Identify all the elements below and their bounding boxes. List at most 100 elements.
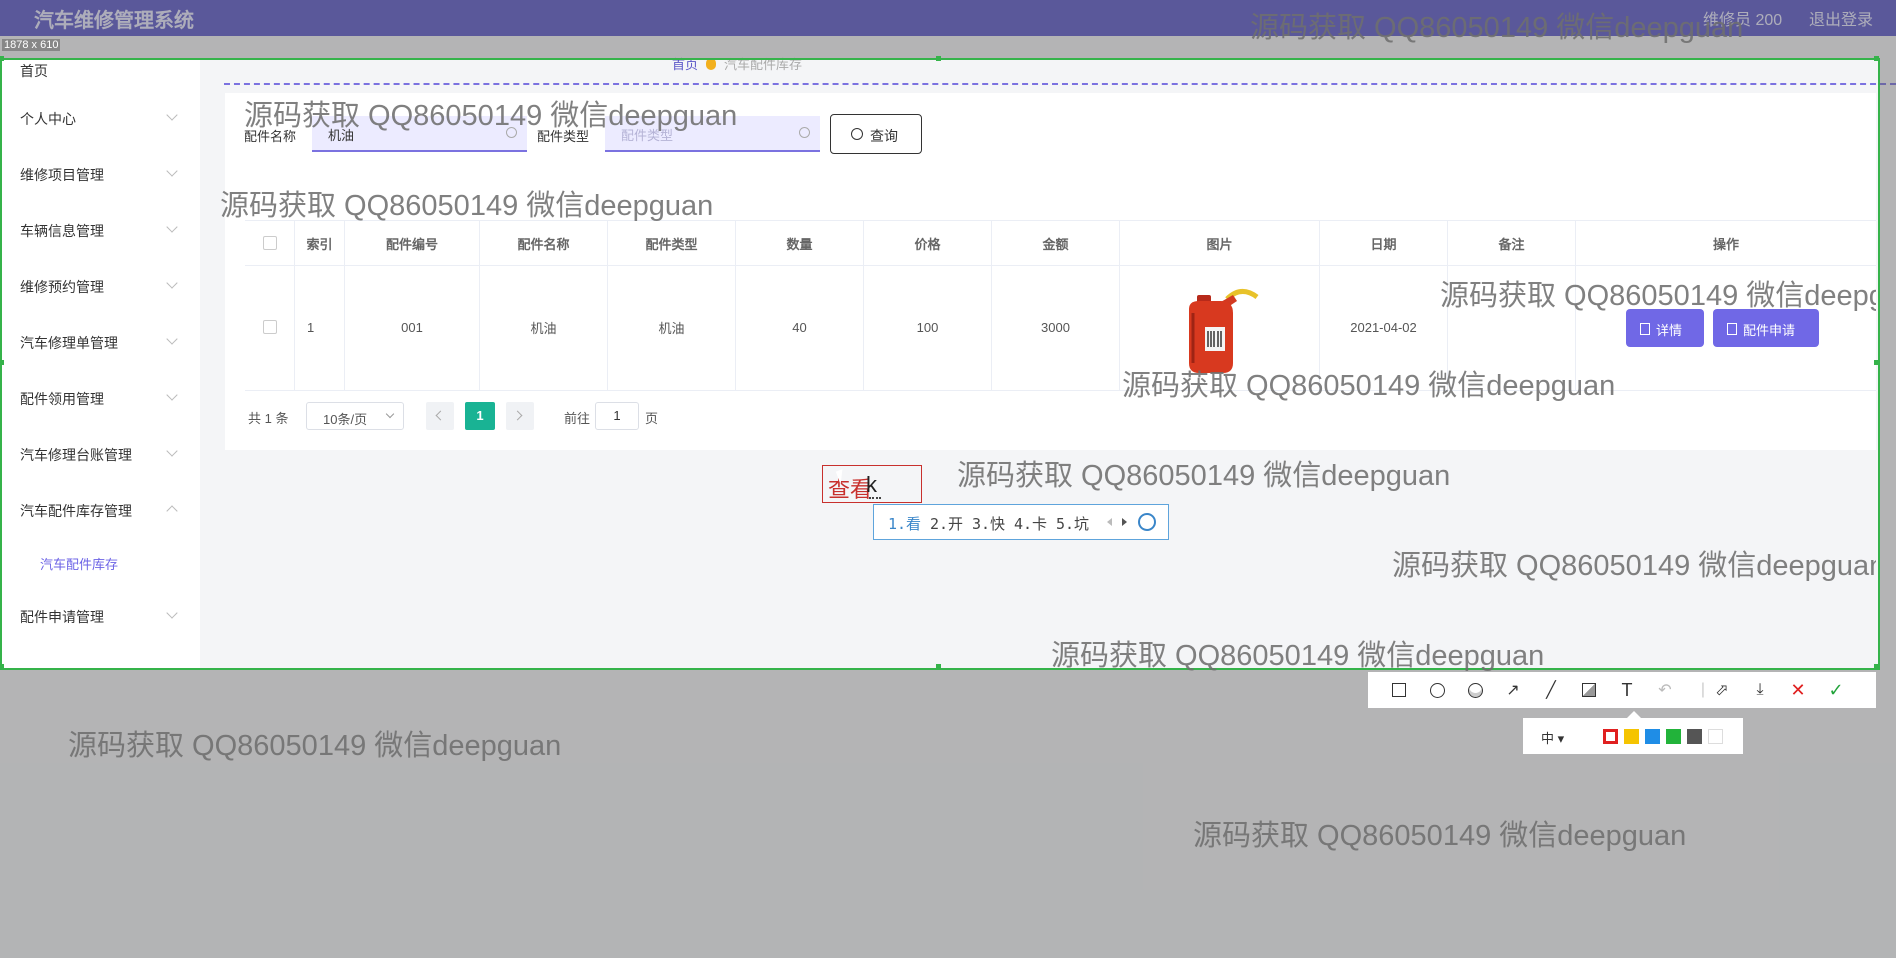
- download-icon[interactable]: ⤓: [1751, 681, 1769, 699]
- rectangle-tool-icon[interactable]: [1390, 681, 1408, 699]
- header-date: 日期: [1320, 221, 1448, 265]
- ime-candidate[interactable]: 4.卡: [1014, 513, 1047, 534]
- sidebar-item-label: 首页: [20, 63, 48, 79]
- ime-candidate[interactable]: 5.坑: [1056, 513, 1089, 534]
- chevron-down-icon: [166, 445, 178, 457]
- cell-code: 001: [345, 264, 480, 390]
- font-size-select[interactable]: 中 ▾: [1541, 728, 1564, 747]
- sidebar-item-label: 汽车修理单管理: [20, 335, 118, 351]
- header-qty: 数量: [736, 221, 864, 265]
- ime-candidate[interactable]: 1.看: [888, 513, 921, 534]
- prev-page-button[interactable]: [426, 402, 454, 430]
- color-swatch-white[interactable]: [1708, 729, 1723, 744]
- pen-tool-icon[interactable]: ╱: [1542, 681, 1560, 699]
- dim-region: [1878, 58, 1896, 668]
- table-row: 1 001 机油 机油 40 100 3000 2021-04-02 详情 配件…: [245, 264, 1876, 391]
- ime-next-icon[interactable]: [1122, 518, 1127, 526]
- search-icon: [506, 127, 517, 138]
- page-size-select[interactable]: 10条/页: [306, 402, 404, 430]
- cell-image: [1120, 264, 1320, 390]
- resize-handle[interactable]: [936, 56, 941, 61]
- ime-candidate[interactable]: 3.快: [972, 513, 1005, 534]
- detail-button-label: 详情: [1656, 323, 1683, 338]
- detail-button[interactable]: 详情: [1626, 309, 1704, 347]
- sidebar-item-label: 配件申请管理: [20, 609, 104, 625]
- header-price: 价格: [864, 221, 992, 265]
- resize-handle[interactable]: [1874, 56, 1879, 61]
- ime-candidate-bar: 1.看 2.开 3.快 4.卡 5.坑: [873, 504, 1169, 540]
- ime-candidate[interactable]: 2.开: [930, 513, 963, 534]
- resize-handle[interactable]: [1874, 664, 1879, 669]
- breadcrumb: 首页 汽车配件库存: [672, 54, 802, 73]
- sidebar-item-personal-center[interactable]: 个人中心: [0, 98, 200, 138]
- chevron-left-icon: [435, 410, 446, 421]
- table-header: 索引 配件编号 配件名称 配件类型 数量 价格 金额 图片 日期 备注 操作: [245, 220, 1876, 266]
- pineapple-icon: [706, 58, 717, 70]
- separator-icon: |: [1700, 681, 1706, 698]
- chevron-down-icon: [166, 221, 178, 233]
- sidebar-item-vehicles[interactable]: 车辆信息管理: [0, 210, 200, 250]
- resize-handle[interactable]: [936, 664, 941, 669]
- sidebar-item-repair-ledger[interactable]: 汽车修理台账管理: [0, 434, 200, 474]
- watermark: 源码获取 QQ86050149 微信deepguan: [68, 730, 562, 762]
- parts-apply-button[interactable]: 配件申请: [1713, 309, 1819, 347]
- watermark: 源码获取 QQ86050149 微信deepguan: [1193, 820, 1687, 852]
- header-index: 索引: [295, 221, 345, 265]
- share-icon[interactable]: ⬀: [1713, 681, 1731, 699]
- breadcrumb-home[interactable]: 首页: [672, 57, 698, 72]
- sidebar-item-appointments[interactable]: 维修预约管理: [0, 266, 200, 306]
- chevron-up-icon: [166, 505, 178, 517]
- header-amount: 金额: [992, 221, 1120, 265]
- highlight-tool-icon[interactable]: [1580, 681, 1598, 699]
- goto-page-input[interactable]: 1: [595, 402, 639, 430]
- color-swatch-green[interactable]: [1666, 729, 1681, 744]
- close-icon[interactable]: ✕: [1789, 680, 1807, 700]
- color-swatch-blue[interactable]: [1645, 729, 1660, 744]
- emoji-icon[interactable]: [1138, 513, 1156, 531]
- row-checkbox[interactable]: [262, 320, 277, 334]
- sidebar-subitem-parts-inventory[interactable]: 汽车配件库存: [0, 543, 200, 583]
- check-icon[interactable]: ✓: [1827, 680, 1845, 700]
- part-name-input[interactable]: 机油: [312, 116, 527, 152]
- chevron-down-icon: [166, 389, 178, 401]
- chevron-down-icon: [166, 277, 178, 289]
- page-number-current[interactable]: 1: [465, 402, 495, 430]
- row-select-cell: [245, 264, 295, 390]
- color-swatch-gray[interactable]: [1687, 729, 1702, 744]
- mosaic-tool-icon[interactable]: [1466, 681, 1484, 699]
- query-button[interactable]: 查询: [830, 114, 922, 154]
- part-type-label: 配件类型: [537, 129, 590, 144]
- header-code: 配件编号: [345, 221, 480, 265]
- select-all-checkbox[interactable]: [262, 236, 277, 250]
- color-swatch-red[interactable]: [1603, 729, 1618, 744]
- cell-date: 2021-04-02: [1320, 264, 1448, 390]
- color-swatch-yellow[interactable]: [1624, 729, 1639, 744]
- sidebar-item-repair-projects[interactable]: 维修项目管理: [0, 154, 200, 194]
- logout-link[interactable]: 退出登录: [1809, 6, 1873, 30]
- sidebar-item-parts-requisition[interactable]: 配件领用管理: [0, 378, 200, 418]
- undo-icon[interactable]: ↶: [1656, 681, 1674, 699]
- font-size-value: 中: [1541, 731, 1555, 746]
- part-type-input[interactable]: 配件类型: [605, 116, 820, 152]
- color-picker-bar: 中 ▾: [1523, 711, 1743, 754]
- dim-region: [0, 668, 1896, 958]
- sidebar-item-repair-orders[interactable]: 汽车修理单管理: [0, 322, 200, 362]
- sidebar-item-home[interactable]: 首页: [0, 50, 200, 90]
- sidebar-item-parts-application[interactable]: 配件申请管理: [0, 596, 200, 636]
- chevron-down-icon: [166, 333, 178, 345]
- screenshot-toolbar: ↗ ╱ T ↶ | ⬀ ⤓ ✕ ✓: [1368, 672, 1876, 708]
- next-page-button[interactable]: [506, 402, 534, 430]
- part-name-value: 机油: [328, 128, 355, 143]
- ime-prev-icon[interactable]: [1107, 518, 1112, 526]
- sidebar-item-label: 汽车修理台账管理: [20, 447, 132, 463]
- search-icon: [851, 128, 863, 140]
- sidebar-item-parts-inventory[interactable]: 汽车配件库存管理: [0, 490, 200, 530]
- ellipse-tool-icon[interactable]: [1428, 681, 1446, 699]
- cell-name: 机油: [480, 264, 608, 390]
- watermark: 源码获取 QQ86050149 微信deepguan: [957, 460, 1451, 492]
- cell-type: 机油: [608, 264, 736, 390]
- watermark: 源码获取 QQ86050149 微信deepguan: [1392, 550, 1876, 582]
- sidebar-item-label: 汽车配件库存管理: [20, 503, 132, 519]
- text-tool-icon[interactable]: T: [1618, 680, 1636, 700]
- arrow-tool-icon[interactable]: ↗: [1504, 681, 1522, 699]
